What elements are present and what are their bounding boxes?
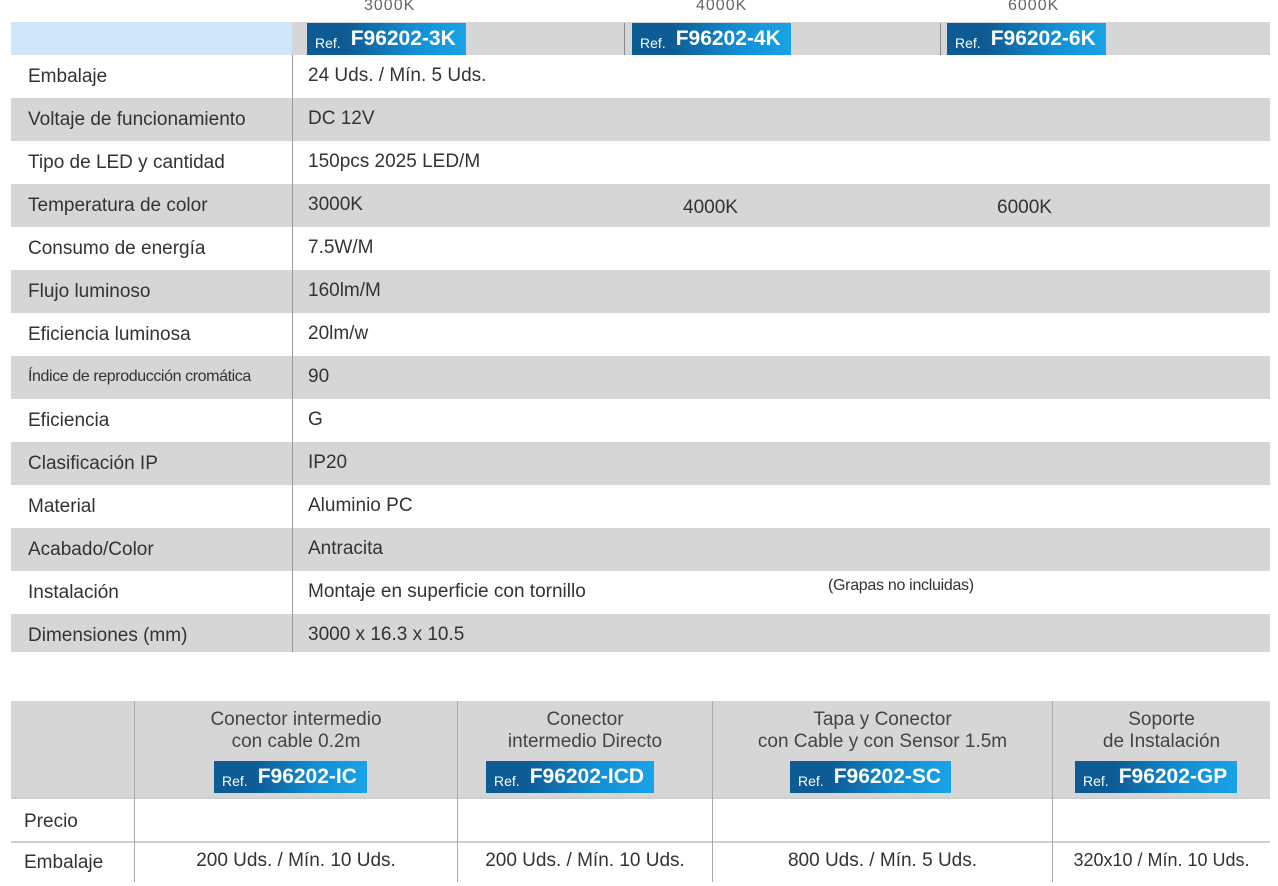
- spec-label: Embalaje: [28, 66, 108, 87]
- spec-label: Eficiencia: [28, 410, 110, 431]
- spec-value: 3000 x 16.3 x 10.5: [308, 624, 465, 645]
- ref-prefix: Ref.: [1075, 761, 1115, 793]
- title-line-2: con Cable y con Sensor 1.5m: [757, 731, 1008, 752]
- row-divider: [11, 797, 1270, 799]
- column-separator: [624, 23, 625, 55]
- accessory-title-sc: Tapa y Conector con Cable y con Sensor 1…: [713, 709, 1052, 753]
- spec-value: 160lm/M: [308, 280, 381, 301]
- spec-row-embalaje: Embalaje 24 Uds. / Mín. 5 Uds.: [11, 55, 1270, 98]
- spec-label: Clasificación IP: [28, 453, 158, 474]
- spec-row-eficiencia-luminosa: Eficiencia luminosa 20lm/w: [11, 313, 1270, 356]
- ref-badge-3k: Ref. F96202-3K: [307, 23, 466, 55]
- spec-row-eficiencia: Eficiencia G: [11, 399, 1270, 442]
- spec-value: Aluminio PC: [308, 495, 413, 516]
- ref-prefix: Ref.: [632, 23, 672, 55]
- spec-label: Índice de reproducción cromática: [28, 368, 251, 385]
- ref-badge-sc: Ref. F96202-SC: [790, 761, 952, 793]
- ref-code: F96202-SC: [829, 761, 952, 793]
- spec-label: Temperatura de color: [28, 195, 208, 216]
- spec-row-dimensiones: Dimensiones (mm) 3000 x 16.3 x 10.5: [11, 614, 1270, 652]
- accessory-title-gp: Soporte de Instalación: [1053, 709, 1270, 753]
- spec-value: 20lm/w: [308, 323, 369, 344]
- spec-row-temperatura: Temperatura de color 3000K 4000K 6000K: [11, 184, 1270, 227]
- embalaje-cell-gp: 320x10 / Mín. 10 Uds.: [1073, 850, 1250, 870]
- ref-code: F96202-6K: [986, 23, 1106, 55]
- spec-value: IP20: [308, 452, 348, 473]
- spec-label: Flujo luminoso: [28, 281, 151, 302]
- spec-row-consumo: Consumo de energía 7.5W/M: [11, 227, 1270, 270]
- spec-header-corner: [11, 22, 292, 55]
- title-line-2: con cable 0.2m: [231, 731, 361, 752]
- spec-note: (Grapas no incluidas): [828, 577, 974, 594]
- spec-label: Eficiencia luminosa: [28, 324, 191, 345]
- accessory-title-ic: Conector intermedio con cable 0.2m: [135, 709, 457, 753]
- column-separator: [940, 23, 941, 55]
- embalaje-cell-sc: 800 Uds. / Mín. 5 Uds.: [787, 850, 978, 871]
- spec-value: G: [308, 409, 323, 430]
- spec-row-ip: Clasificación IP IP20: [11, 442, 1270, 485]
- spec-value-4000k: 4000K: [683, 197, 738, 218]
- spec-row-instalacion: Instalación Montaje en superficie con to…: [11, 571, 1270, 614]
- spec-label: Consumo de energía: [28, 238, 206, 259]
- temperature-label-3000k: 3000K: [364, 0, 416, 14]
- spec-value: 3000K: [308, 194, 363, 215]
- ref-code: F96202-IC: [253, 761, 367, 793]
- spec-value: 7.5W/M: [308, 237, 374, 258]
- row-divider: [11, 841, 1270, 843]
- title-line-1: Tapa y Conector: [813, 709, 952, 730]
- temperature-label-6000k: 6000K: [1008, 0, 1060, 14]
- spec-value: 24 Uds. / Mín. 5 Uds.: [308, 65, 487, 86]
- ref-code: F96202-4K: [671, 23, 791, 55]
- ref-prefix: Ref.: [486, 761, 526, 793]
- spec-value: Antracita: [308, 538, 383, 559]
- ref-code: F96202-3K: [346, 23, 466, 55]
- spec-value: DC 12V: [308, 108, 375, 129]
- row-label-precio: Precio: [24, 811, 78, 832]
- spec-value-6000k: 6000K: [997, 197, 1052, 218]
- spec-row-material: Material Aluminio PC: [11, 485, 1270, 528]
- spec-value: 90: [308, 366, 330, 387]
- spec-label: Instalación: [28, 582, 119, 603]
- title-line-1: Soporte: [1128, 709, 1195, 730]
- spec-value: Montaje en superficie con tornillo: [308, 581, 586, 602]
- spec-label: Material: [28, 496, 96, 517]
- spec-value: 150pcs 2025 LED/M: [308, 151, 481, 172]
- spec-label: Tipo de LED y cantidad: [28, 152, 225, 173]
- ref-prefix: Ref.: [947, 23, 987, 55]
- ref-prefix: Ref.: [307, 23, 347, 55]
- spec-row-cri: Índice de reproducción cromática 90: [11, 356, 1270, 399]
- ref-prefix: Ref.: [214, 761, 254, 793]
- ref-badge-ic: Ref. F96202-IC: [214, 761, 367, 793]
- title-line-1: Conector intermedio: [210, 709, 382, 730]
- title-line-1: Conector: [546, 709, 624, 730]
- temperature-label-4000k: 4000K: [696, 0, 748, 14]
- ref-prefix: Ref.: [790, 761, 830, 793]
- ref-badge-4k: Ref. F96202-4K: [632, 23, 791, 55]
- spec-label: Voltaje de funcionamiento: [28, 109, 246, 130]
- embalaje-cell-ic: 200 Uds. / Mín. 10 Uds.: [196, 850, 396, 871]
- row-label-embalaje: Embalaje: [24, 852, 104, 873]
- ref-badge-6k: Ref. F96202-6K: [947, 23, 1106, 55]
- title-line-2: intermedio Directo: [507, 731, 663, 752]
- spec-row-tipo-led: Tipo de LED y cantidad 150pcs 2025 LED/M: [11, 141, 1270, 184]
- spec-row-acabado: Acabado/Color Antracita: [11, 528, 1270, 571]
- ref-badge-icd: Ref. F96202-ICD: [486, 761, 655, 793]
- spec-label: Dimensiones (mm): [28, 625, 188, 646]
- ref-code: F96202-GP: [1114, 761, 1238, 793]
- ref-badge-gp: Ref. F96202-GP: [1075, 761, 1238, 793]
- title-line-2: de Instalación: [1102, 731, 1221, 752]
- accessory-title-icd: Conector intermedio Directo: [458, 709, 712, 753]
- spec-row-voltaje: Voltaje de funcionamiento DC 12V: [11, 98, 1270, 141]
- spec-row-flujo: Flujo luminoso 160lm/M: [11, 270, 1270, 313]
- spec-column-divider: [292, 55, 293, 652]
- spec-label: Acabado/Color: [28, 539, 154, 560]
- embalaje-cell-icd: 200 Uds. / Mín. 10 Uds.: [485, 850, 685, 871]
- ref-code: F96202-ICD: [525, 761, 655, 793]
